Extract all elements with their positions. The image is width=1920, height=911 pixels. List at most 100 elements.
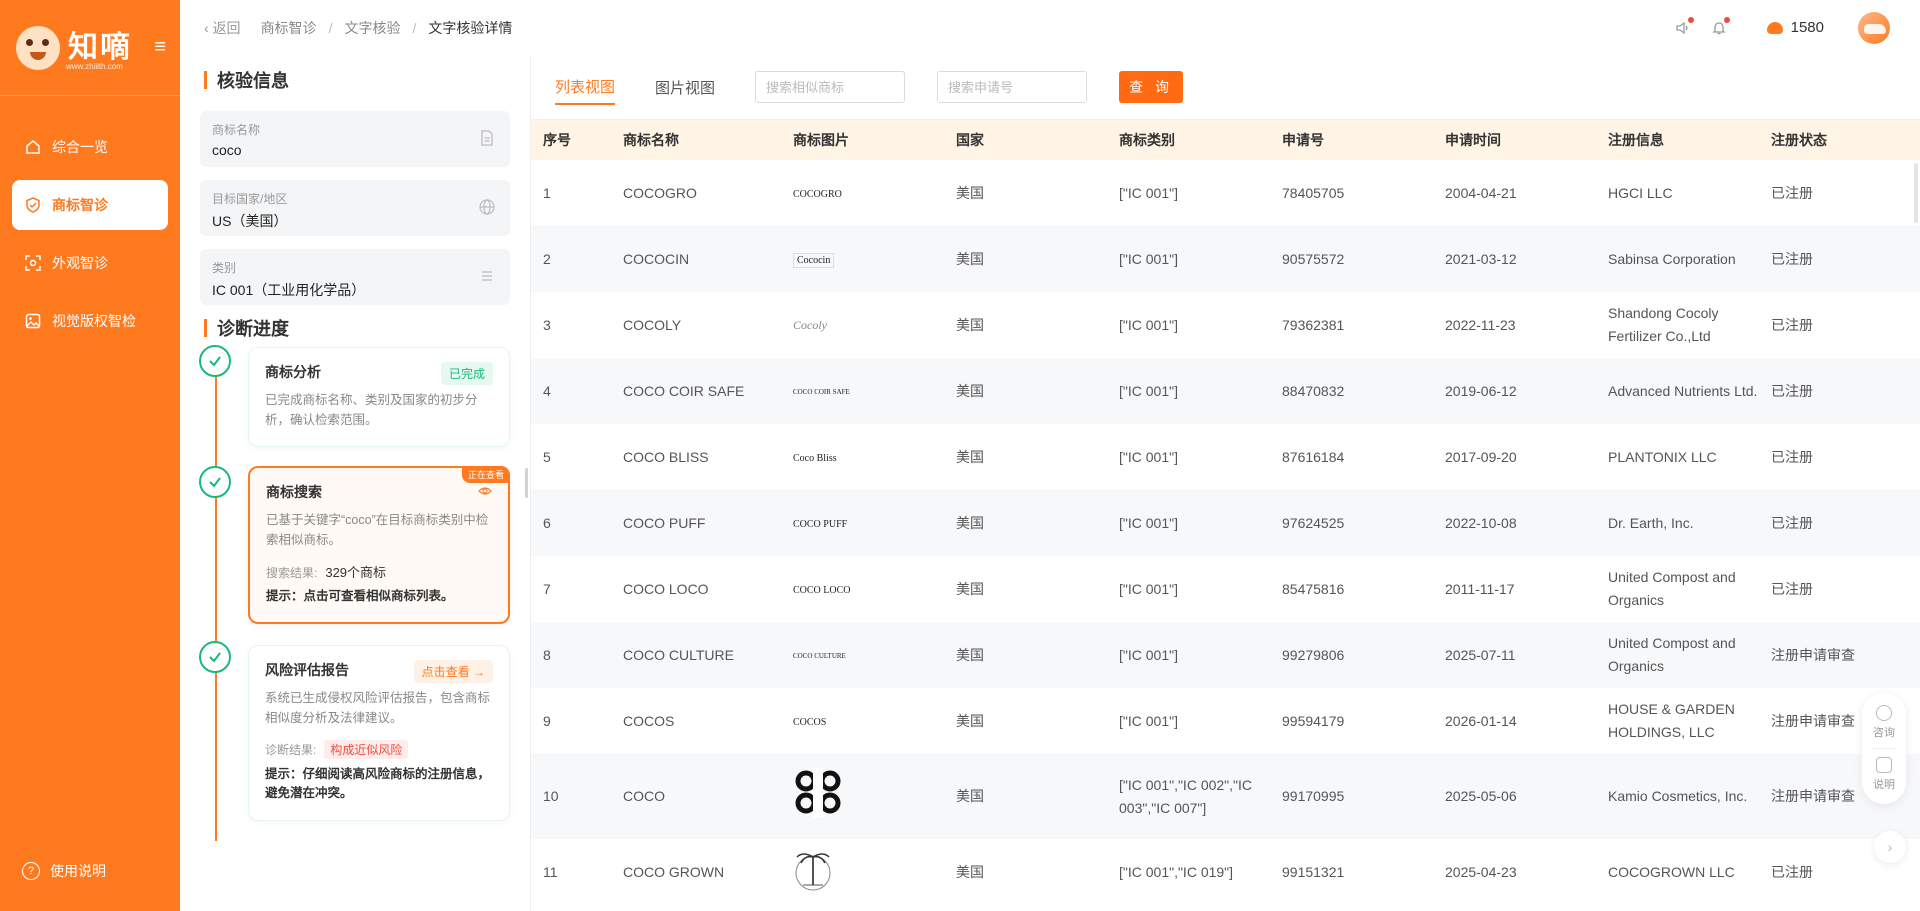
cell-no: 8 bbox=[543, 646, 551, 663]
panel-resize-handle[interactable] bbox=[525, 468, 528, 498]
column-header[interactable]: 注册信息 bbox=[1596, 120, 1759, 160]
column-header[interactable]: 国家 bbox=[944, 120, 1107, 160]
table-row[interactable]: 7 COCO LOCO COCO LOCO 美国 ["IC 001"] 8547… bbox=[531, 556, 1920, 622]
logo-mascot-icon bbox=[16, 25, 60, 70]
sidebar-item-design[interactable]: 外观智诊 bbox=[12, 238, 168, 288]
points-display[interactable]: 1580 bbox=[1766, 19, 1824, 36]
notification-dot bbox=[1687, 16, 1694, 23]
speaker-icon[interactable] bbox=[1673, 16, 1694, 38]
sidebar-item-trademark[interactable]: 商标智诊 bbox=[12, 180, 168, 230]
step-check-icon bbox=[199, 641, 231, 673]
trademark-table: 序号 商标名称 商标图片 国家 商标类别 申请号 申请时间 注册信息 注册状态 … bbox=[531, 120, 1920, 905]
step-card-report[interactable]: 风险评估报告 点击查看 → 系统已生成侵权风险评估报告，包含商标相似度分析及法律… bbox=[248, 645, 510, 821]
sidebar-item-overview[interactable]: 综合一览 bbox=[12, 122, 168, 172]
application-number-search-input[interactable] bbox=[937, 71, 1088, 103]
menu-toggle-icon[interactable]: ≡ bbox=[154, 36, 166, 59]
cell-name: COCOS bbox=[623, 712, 675, 729]
trademark-image[interactable]: COCOS bbox=[793, 717, 826, 728]
table-row[interactable]: 6 COCO PUFF COCO PUFF 美国 ["IC 001"] 9762… bbox=[531, 490, 1920, 556]
progress-title: 诊断进度 bbox=[204, 315, 289, 341]
table-row[interactable]: 3 COCOLY Cocoly 美国 ["IC 001"] 79362381 2… bbox=[531, 292, 1920, 358]
sidebar-item-label: 视觉版权智检 bbox=[52, 313, 136, 329]
consult-label: 咨询 bbox=[1873, 727, 1895, 739]
breadcrumb-text-verify[interactable]: 文字核验 bbox=[344, 18, 400, 38]
floating-actions: 咨询 说明 bbox=[1862, 693, 1906, 804]
consult-button[interactable]: 咨询 bbox=[1873, 701, 1895, 744]
document-icon bbox=[481, 130, 493, 146]
step-tip: 提示：仔细阅读高风险商标的注册信息，避免潜在冲突。 bbox=[265, 767, 491, 800]
step-card-analysis[interactable]: 商标分析 已完成 已完成商标名称、类别及国家的初步分析，确认检索范围。 bbox=[248, 347, 510, 447]
cell-class: ["IC 001"] bbox=[1119, 184, 1178, 201]
trademark-image-graphic[interactable] bbox=[793, 768, 845, 818]
cell-appno: 88470832 bbox=[1282, 382, 1345, 399]
back-link[interactable]: ‹ 返回 bbox=[204, 18, 241, 38]
step-check-icon bbox=[199, 466, 231, 498]
cell-registrant: Dr. Earth, Inc. bbox=[1608, 514, 1694, 531]
cell-date: 2017-09-20 bbox=[1445, 448, 1517, 465]
tab-list-view[interactable]: 列表视图 bbox=[555, 70, 616, 105]
view-report-link[interactable]: 点击查看 → bbox=[413, 660, 493, 683]
cell-status: 已注册 bbox=[1771, 250, 1813, 267]
table-row[interactable]: 1 COCOGRO COCOGRO 美国 ["IC 001"] 78405705… bbox=[531, 160, 1920, 226]
cell-country: 美国 bbox=[956, 712, 984, 729]
avatar[interactable] bbox=[1858, 11, 1890, 44]
cell-status: 已注册 bbox=[1771, 316, 1813, 333]
tab-image-view[interactable]: 图片视图 bbox=[655, 71, 715, 104]
sidebar-item-label: 综合一览 bbox=[52, 139, 108, 155]
table-row[interactable]: 9 COCOS COCOS 美国 ["IC 001"] 99594179 202… bbox=[531, 688, 1920, 754]
info-value: IC 001（工业用化学品） bbox=[212, 282, 366, 298]
info-value: US（美国） bbox=[212, 213, 288, 229]
trademark-image[interactable]: Coco Bliss bbox=[793, 453, 837, 464]
trademark-image[interactable]: COCO LOCO bbox=[793, 585, 851, 596]
table-scrollbar[interactable] bbox=[1914, 163, 1918, 223]
query-button[interactable]: 查 询 bbox=[1119, 71, 1184, 103]
chevron-right-icon[interactable]: › bbox=[1874, 831, 1906, 863]
trademark-image[interactable]: COCO PUFF bbox=[793, 519, 847, 530]
guide-button[interactable]: 说明 bbox=[1873, 753, 1895, 796]
table-row[interactable]: 5 COCO BLISS Coco Bliss 美国 ["IC 001"] 87… bbox=[531, 424, 1920, 490]
column-header[interactable]: 申请时间 bbox=[1433, 120, 1596, 160]
cell-status: 已注册 bbox=[1771, 514, 1813, 531]
sidebar: 知嘀 www.zhiilth.com ≡ 综合一览 商标智诊 外观智诊 视觉版权… bbox=[0, 0, 180, 911]
cell-registrant: HOUSE & GARDEN HOLDINGS, LLC bbox=[1608, 701, 1735, 740]
cell-registrant: PLANTONIX LLC bbox=[1608, 448, 1717, 465]
column-header[interactable]: 商标图片 bbox=[781, 120, 944, 160]
info-label: 目标国家/地区 bbox=[212, 192, 288, 206]
sidebar-item-copyright[interactable]: 视觉版权智检 bbox=[12, 296, 168, 346]
similar-trademark-search-input[interactable] bbox=[755, 71, 906, 103]
header-actions: 1580 bbox=[1657, 0, 1890, 55]
table-row[interactable]: 11 COCO GROWN 美国 ["IC 001","IC 019"] 991… bbox=[531, 839, 1920, 905]
table-row[interactable]: 10 COCO 美国 ["IC 001","IC 002","IC 003","… bbox=[531, 754, 1920, 839]
cell-country: 美国 bbox=[956, 382, 984, 399]
breadcrumb-trademark[interactable]: 商标智诊 bbox=[261, 18, 317, 38]
trademark-image[interactable]: COCO COIR SAFE bbox=[793, 388, 850, 396]
cell-date: 2025-07-11 bbox=[1445, 646, 1516, 663]
notification-dot bbox=[1723, 16, 1730, 23]
trademark-image[interactable]: Cococin bbox=[793, 252, 835, 268]
list-icon bbox=[482, 271, 492, 281]
help-link[interactable]: ? 使用说明 bbox=[22, 861, 106, 881]
bell-icon[interactable] bbox=[1709, 16, 1730, 38]
step-card-search[interactable]: 正在查看 商标搜索 已基于关键字“coco”在目标商标类别中检索相似商标。 搜索… bbox=[248, 466, 510, 624]
trademark-image[interactable]: COCOGRO bbox=[793, 189, 842, 200]
table-row[interactable]: 8 COCO CULTURE COCO CULTURE 美国 ["IC 001"… bbox=[531, 622, 1920, 688]
step-tip: 提示：点击可查看相似商标列表。 bbox=[266, 589, 454, 603]
column-header[interactable]: 序号 bbox=[531, 120, 611, 160]
result-value: 329个商标 bbox=[325, 565, 387, 580]
column-header[interactable]: 商标名称 bbox=[611, 120, 781, 160]
palm-tree-logo[interactable] bbox=[793, 845, 833, 893]
trademark-image[interactable]: Cocoly bbox=[793, 318, 827, 332]
column-header[interactable]: 商标类别 bbox=[1107, 120, 1270, 160]
table-row[interactable]: 4 COCO COIR SAFE COCO COIR SAFE 美国 ["IC … bbox=[531, 358, 1920, 424]
trademark-image[interactable]: COCO CULTURE bbox=[793, 652, 846, 660]
cell-registrant: Sabinsa Corporation bbox=[1608, 250, 1736, 267]
cell-date: 2025-05-06 bbox=[1445, 788, 1517, 804]
table-row[interactable]: 2 COCOCIN Cococin 美国 ["IC 001"] 90575572… bbox=[531, 226, 1920, 292]
cell-date: 2019-06-12 bbox=[1445, 382, 1517, 399]
step-check-icon bbox=[199, 345, 231, 377]
column-header[interactable]: 注册状态 bbox=[1759, 120, 1920, 160]
table-header-row: 序号 商标名称 商标图片 国家 商标类别 申请号 申请时间 注册信息 注册状态 bbox=[531, 120, 1920, 160]
cell-registrant: COCOGROWN LLC bbox=[1608, 863, 1735, 880]
cell-name: COCO GROWN bbox=[623, 863, 725, 880]
column-header[interactable]: 申请号 bbox=[1270, 120, 1433, 160]
